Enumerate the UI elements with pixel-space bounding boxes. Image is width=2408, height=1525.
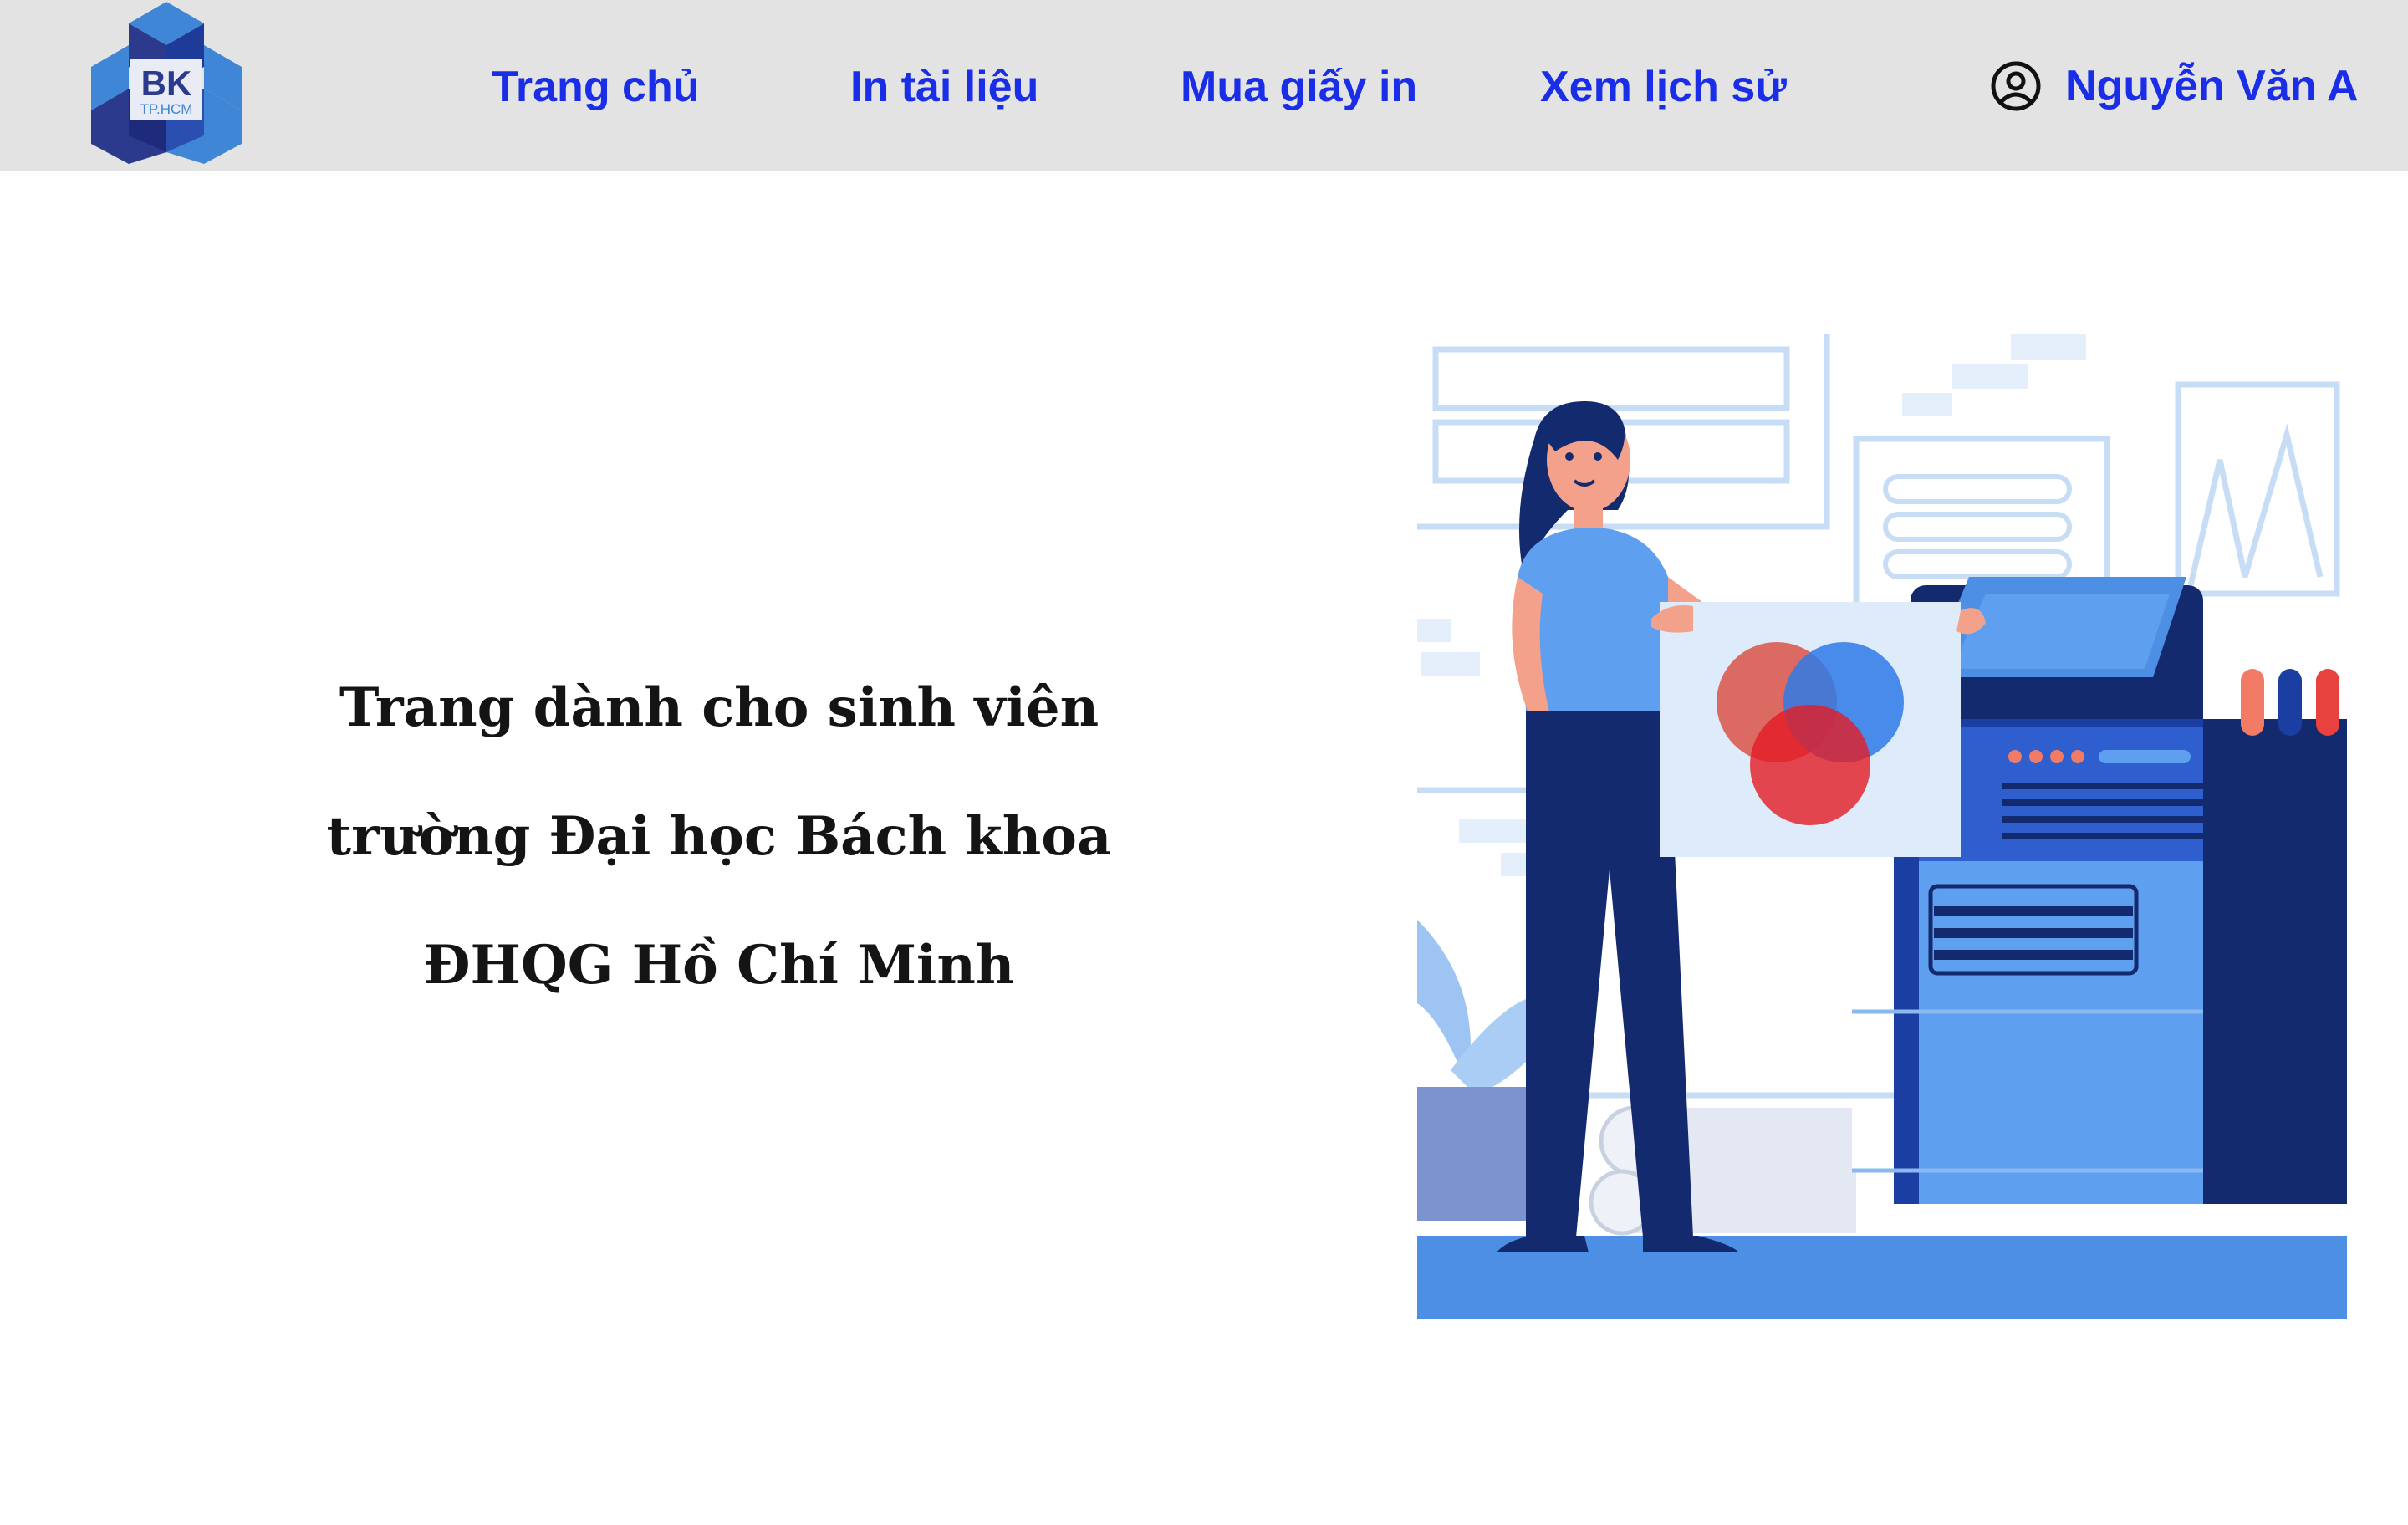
hero-line-1: Trang dành cho sinh viên (339, 676, 1099, 739)
bk-logo[interactable]: BK TP.HCM (87, 2, 246, 164)
top-navbar: BK TP.HCM Trang chủ In tài liệu Mua giấy… (0, 0, 2408, 171)
hero-line-3: ĐHQG Hồ Chí Minh (423, 934, 1015, 997)
nav-print-document-link[interactable]: In tài liệu (850, 62, 1038, 112)
nav-buy-paper-link[interactable]: Mua giấy in (1181, 62, 1417, 112)
nav-history-link[interactable]: Xem lịch sử (1540, 62, 1787, 112)
svg-text:TP.HCM: TP.HCM (140, 101, 193, 117)
nav-home-link[interactable]: Trang chủ (492, 62, 699, 112)
user-circle-icon (1991, 61, 2041, 111)
svg-text:BK: BK (141, 64, 192, 103)
user-menu[interactable]: Nguyễn Văn A (1990, 57, 2359, 115)
hero-heading: Trang dành cho sinh viên trường Đại học … (318, 644, 1120, 1030)
printer-illustration (1417, 334, 2347, 1319)
hero-line-2: trường Đại học Bách khoa (326, 805, 1112, 868)
user-name: Nguyễn Văn A (2065, 62, 2359, 110)
